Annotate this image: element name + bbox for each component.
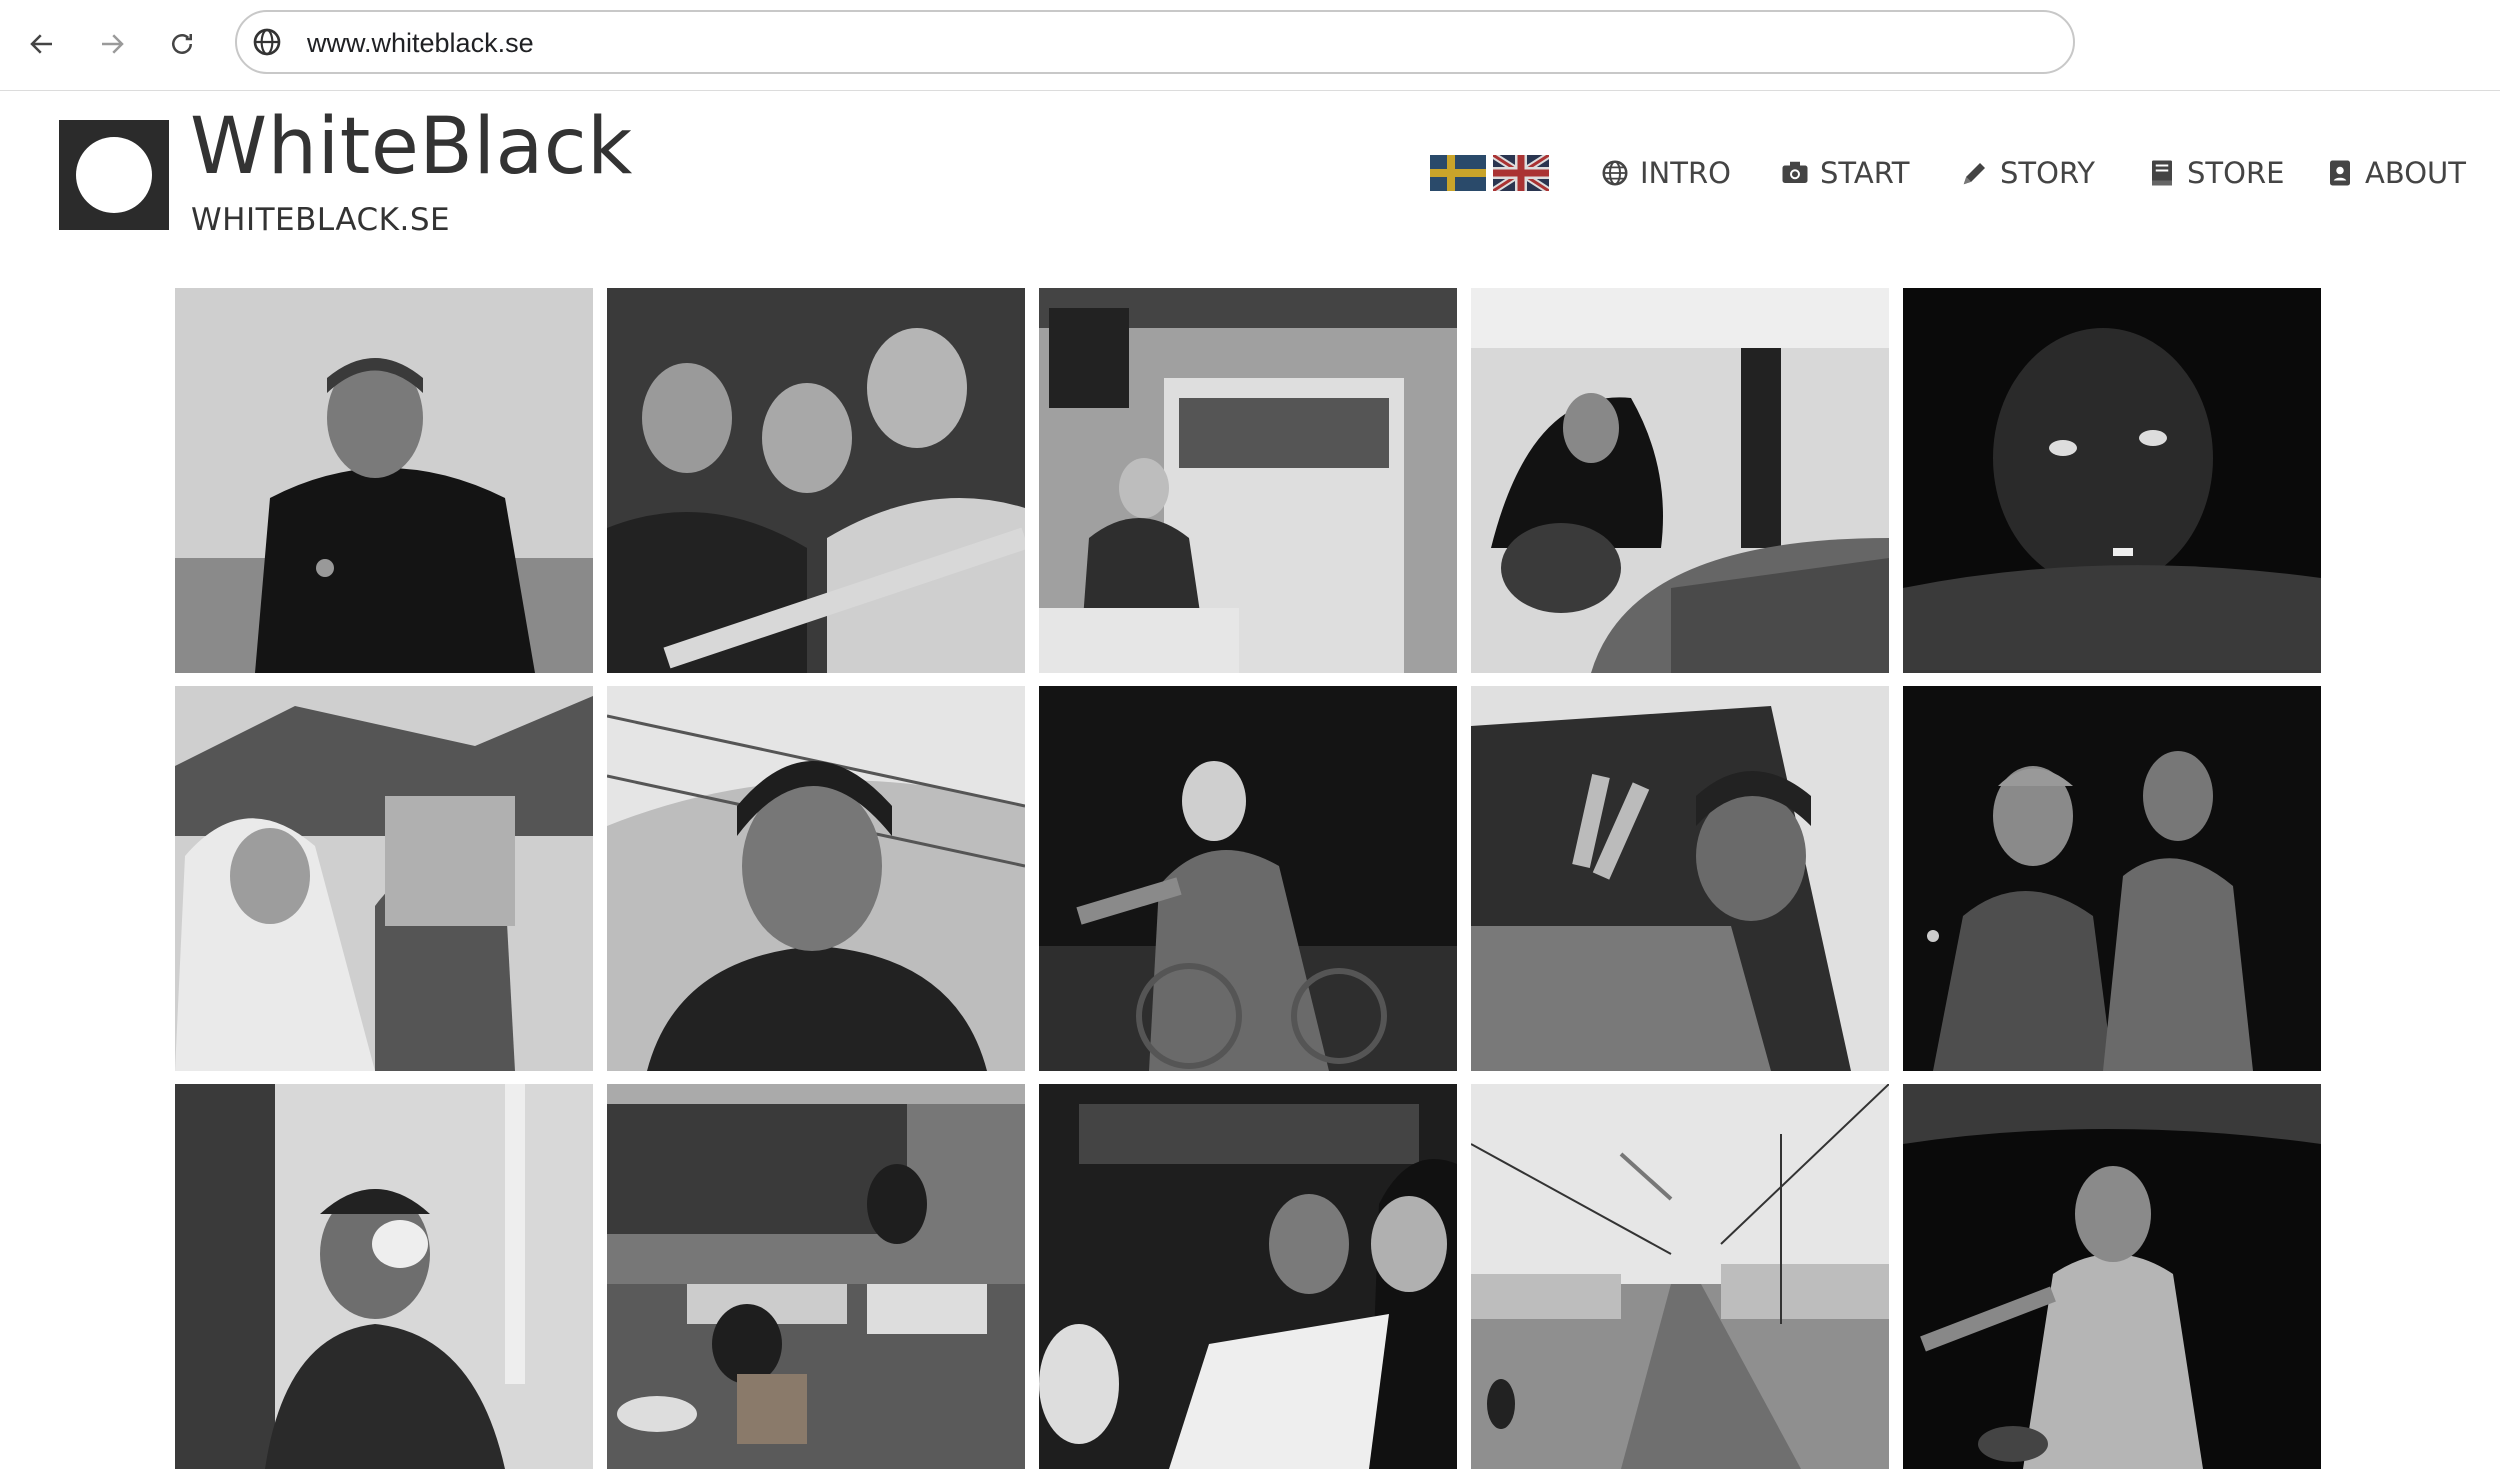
reload-icon	[172, 34, 192, 54]
swedish-flag-icon[interactable]	[1430, 155, 1486, 191]
photo-man-in-car-window[interactable]	[1471, 686, 1889, 1071]
language-switcher	[1430, 155, 1549, 191]
photo-man-with-stethoscope[interactable]	[175, 288, 593, 673]
photo-woman-in-wheelchair[interactable]	[1039, 686, 1457, 1071]
camera-icon	[1782, 161, 1808, 183]
photo-boy-resting-head[interactable]	[1903, 288, 2321, 673]
nav-about-label: ABOUT	[2365, 156, 2466, 190]
address-bar[interactable]: www.whiteblack.se	[235, 10, 2075, 74]
photo-boy-with-eye-bandage[interactable]	[175, 1084, 593, 1469]
photo-elderly-woman-in-kitchen[interactable]	[1039, 288, 1457, 673]
back-button[interactable]	[22, 22, 62, 66]
nav-story-label: STORY	[2000, 156, 2095, 190]
photo-woman-with-oxygen-tank[interactable]	[1471, 288, 1889, 673]
globe-icon	[253, 28, 281, 56]
photo-family-in-bus[interactable]	[1039, 1084, 1457, 1469]
url-text: www.whiteblack.se	[307, 28, 534, 58]
nav-start[interactable]: START	[1780, 148, 1909, 198]
photo-man-in-dark-room[interactable]	[1903, 1084, 2321, 1469]
nav-store-label: STORE	[2187, 156, 2285, 190]
nav-about[interactable]: ABOUT	[2325, 148, 2466, 198]
book-icon	[2152, 160, 2172, 186]
uk-flag-icon[interactable]	[1493, 155, 1549, 191]
forward-button[interactable]	[92, 22, 132, 66]
nav-store[interactable]: STORE	[2147, 148, 2284, 198]
forward-arrow-icon	[102, 34, 124, 54]
back-arrow-icon	[30, 34, 52, 54]
reload-button[interactable]	[162, 22, 202, 66]
nav-intro-label: INTRO	[1640, 156, 1731, 190]
globe-icon	[1602, 160, 1628, 186]
browser-toolbar: www.whiteblack.se	[0, 0, 2500, 91]
nav-intro[interactable]: INTRO	[1600, 148, 1731, 198]
photo-men-in-crowd[interactable]	[1903, 686, 2321, 1071]
nav-story[interactable]: STORY	[1960, 148, 2095, 198]
nav-start-label: START	[1820, 156, 1910, 190]
id-badge-icon	[2330, 160, 2350, 186]
brand-name[interactable]: WhiteBlack	[190, 108, 633, 186]
brand-subtitle: WHITEBLACK.SE	[191, 202, 451, 238]
photo-mother-holding-baby[interactable]	[175, 686, 593, 1071]
photo-children-at-barrier[interactable]	[607, 288, 1025, 673]
photo-man-in-beanie[interactable]	[607, 686, 1025, 1071]
photo-people-by-wooden-house[interactable]	[607, 1084, 1025, 1469]
photo-camp-road-with-kite[interactable]	[1471, 1084, 1889, 1469]
pencil-icon	[1963, 163, 1985, 185]
logo-mark[interactable]	[59, 120, 169, 230]
